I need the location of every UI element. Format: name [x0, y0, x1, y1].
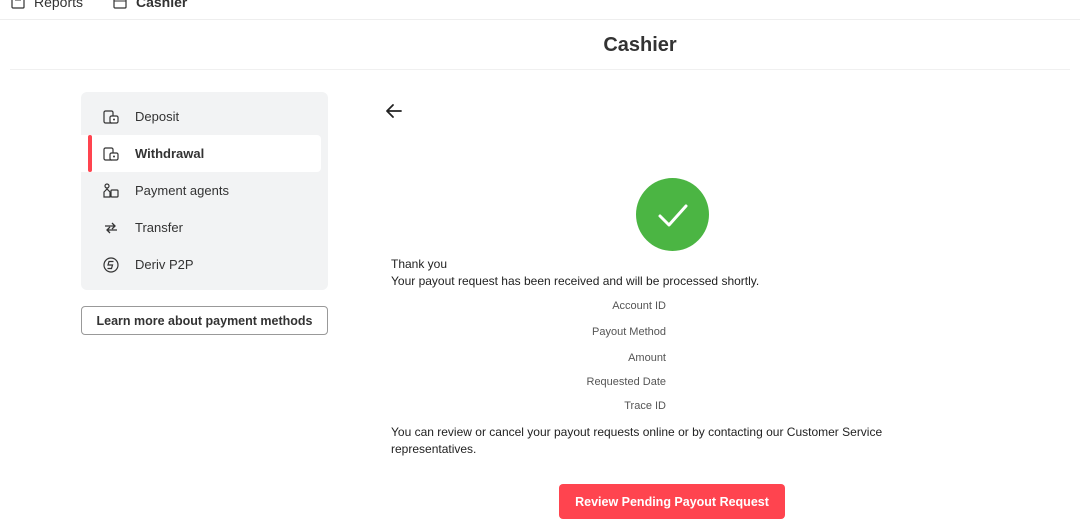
sidebar-item-deriv-p2p[interactable]: Deriv P2P: [81, 246, 328, 283]
thank-you-text: Thank you: [391, 257, 448, 271]
wallet-icon: [101, 107, 121, 127]
trace-id-label: Trace ID: [624, 400, 666, 412]
reports-icon: [11, 0, 25, 9]
transfer-icon: [101, 218, 121, 238]
sidebar-item-label: Deriv P2P: [135, 257, 194, 272]
learn-more-button[interactable]: Learn more about payment methods: [81, 306, 328, 335]
review-pending-payout-button[interactable]: Review Pending Payout Request: [559, 484, 785, 519]
payment-agent-icon: [101, 181, 121, 201]
page-header: Cashier: [10, 20, 1070, 70]
nav-cashier-label: Cashier: [136, 0, 188, 10]
nav-reports[interactable]: Reports: [10, 0, 83, 10]
success-check-icon: [636, 178, 709, 251]
sidebar-item-payment-agents[interactable]: Payment agents: [81, 172, 328, 209]
amount-label: Amount: [628, 352, 666, 364]
requested-date-label: Requested Date: [586, 376, 667, 388]
sidebar-item-transfer[interactable]: Transfer: [81, 209, 328, 246]
sidebar-item-label: Withdrawal: [135, 146, 205, 161]
sidebar-item-label: Deposit: [135, 109, 180, 124]
nav-cashier[interactable]: Cashier: [112, 0, 187, 10]
sidebar-item-label: Payment agents: [135, 183, 229, 198]
payout-method-label: Payout Method: [592, 326, 666, 338]
cashier-icon: [113, 0, 127, 9]
cashier-sidebar: Deposit Withdrawal Payment agents Transf…: [81, 92, 328, 290]
p2p-icon: [101, 255, 121, 275]
nav-reports-label: Reports: [34, 0, 84, 10]
sidebar-item-label: Transfer: [135, 220, 183, 235]
top-navigation: Reports Cashier: [0, 0, 1080, 20]
sidebar-item-deposit[interactable]: Deposit: [81, 98, 328, 135]
account-id-label: Account ID: [612, 300, 666, 312]
back-arrow-icon[interactable]: [383, 100, 405, 122]
sidebar-item-withdrawal[interactable]: Withdrawal: [81, 135, 321, 172]
page-title: Cashier: [603, 34, 677, 56]
request-received-text: Your payout request has been received an…: [391, 274, 760, 288]
review-info-text: You can review or cancel your payout req…: [391, 425, 883, 456]
wallet-icon: [101, 144, 121, 164]
